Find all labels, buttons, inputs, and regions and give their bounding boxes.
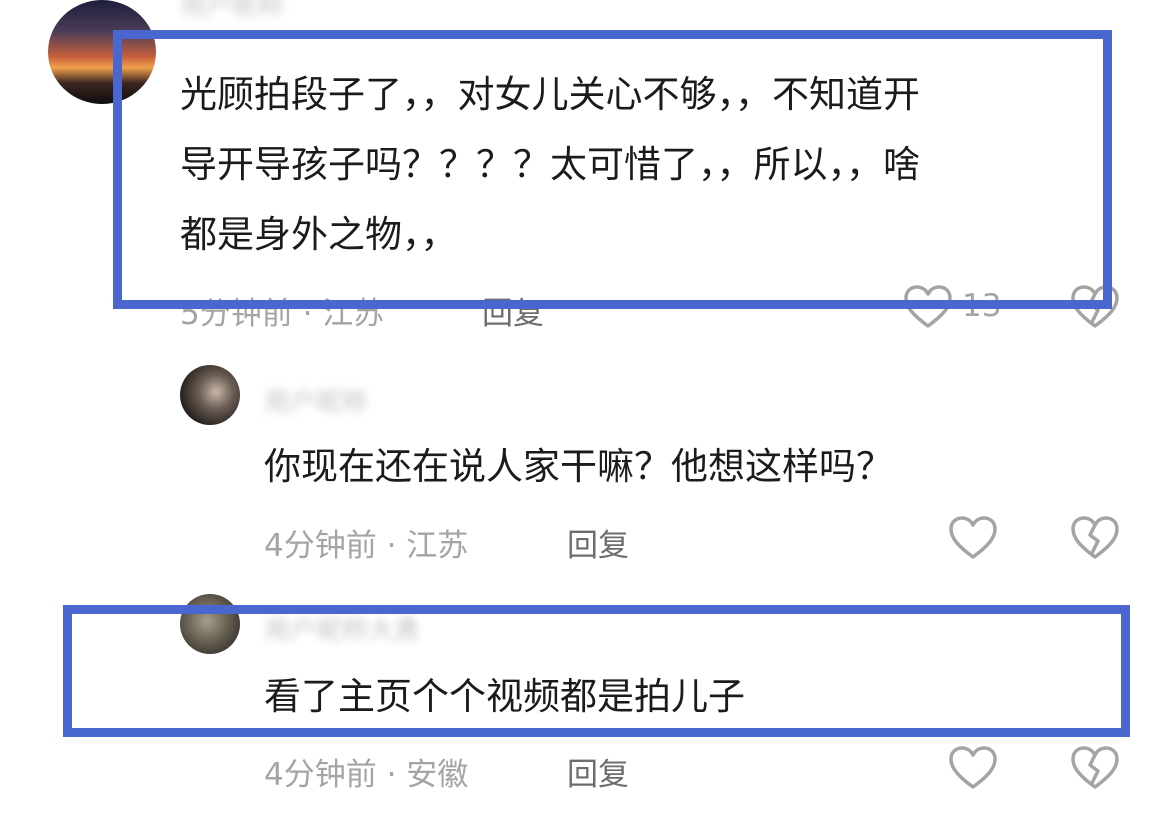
- reply-button[interactable]: 回复: [567, 749, 629, 794]
- comment-text-line: 都是身外之物，，: [180, 213, 458, 256]
- comment-location: 江苏: [322, 296, 385, 332]
- meta-separator: ·: [376, 757, 407, 793]
- like-heart-icon[interactable]: [948, 515, 998, 561]
- comment-location: 江苏: [406, 528, 469, 564]
- username[interactable]: 用户昵称: [180, 0, 284, 23]
- username[interactable]: 用户昵称大勇: [264, 610, 420, 647]
- comment-text: 看了主页个个视频都是拍儿子: [264, 675, 745, 718]
- comment-text-line: 导开导孩子吗？？？？太可惜了，，所以，，啥: [180, 143, 920, 186]
- meta-separator: ·: [376, 528, 407, 564]
- like-heart-icon[interactable]: [948, 745, 998, 791]
- comment-meta: 4分钟前 · 江苏: [264, 520, 468, 565]
- comment-time: 4分钟前: [264, 528, 377, 564]
- comment-location: 安徽: [406, 757, 469, 793]
- avatar[interactable]: [180, 365, 240, 425]
- comment-text-line: 光顾拍段子了，，对女儿关心不够，，不知道开: [180, 73, 920, 116]
- like-heart-icon[interactable]: [903, 284, 953, 330]
- avatar[interactable]: [180, 594, 240, 654]
- avatar[interactable]: [48, 0, 156, 104]
- comment-time: 5分钟前: [180, 296, 293, 332]
- comment-time: 4分钟前: [264, 757, 377, 793]
- comment-meta: 4分钟前 · 安徽: [264, 749, 468, 794]
- dislike-broken-heart-icon[interactable]: [1070, 745, 1120, 791]
- reply-button[interactable]: 回复: [482, 288, 544, 333]
- like-count: 13: [962, 288, 1002, 324]
- comment-text: 你现在还在说人家干嘛？他想这样吗？: [264, 445, 893, 488]
- username[interactable]: 用户昵称: [264, 382, 368, 419]
- dislike-broken-heart-icon[interactable]: [1070, 284, 1120, 330]
- reply-button[interactable]: 回复: [567, 520, 629, 565]
- meta-separator: ·: [292, 296, 323, 332]
- comment-meta: 5分钟前 · 江苏: [180, 288, 384, 333]
- dislike-broken-heart-icon[interactable]: [1070, 515, 1120, 561]
